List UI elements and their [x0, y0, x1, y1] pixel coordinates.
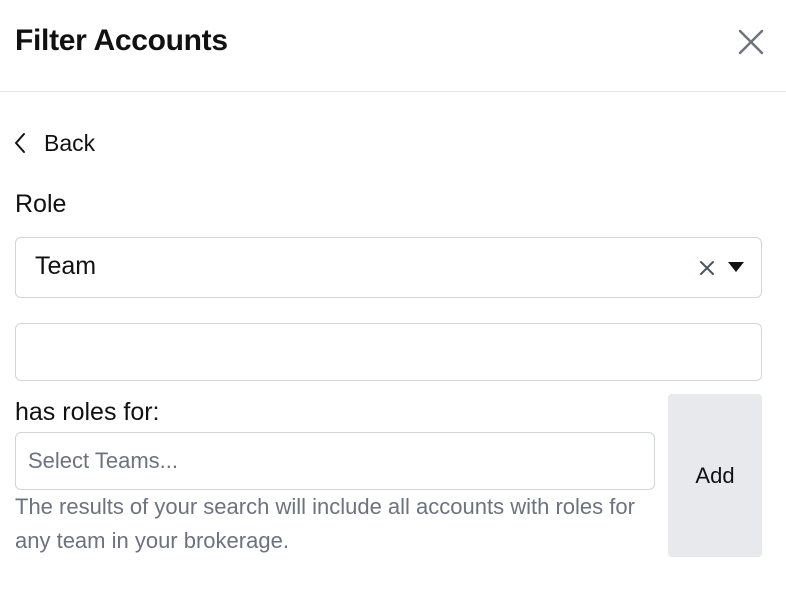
teams-input[interactable]	[15, 432, 655, 490]
page-title: Filter Accounts	[15, 24, 228, 57]
modal-header: Filter Accounts	[0, 0, 786, 92]
help-text: The results of your search will include …	[15, 494, 635, 553]
roles-for-label: has roles for:	[15, 398, 160, 426]
secondary-select[interactable]	[15, 323, 762, 381]
back-label: Back	[44, 129, 96, 156]
close-button[interactable]	[734, 25, 768, 59]
role-label: Role	[15, 190, 67, 218]
clear-icon[interactable]	[698, 259, 716, 277]
caret-down-icon[interactable]	[728, 262, 744, 272]
chevron-left-icon	[15, 133, 25, 153]
role-select[interactable]: Team	[15, 237, 762, 298]
close-icon[interactable]	[734, 25, 768, 59]
role-selected-value: Team	[35, 252, 97, 280]
back-button[interactable]: Back	[12, 126, 95, 160]
add-button[interactable]: Add	[668, 394, 762, 557]
